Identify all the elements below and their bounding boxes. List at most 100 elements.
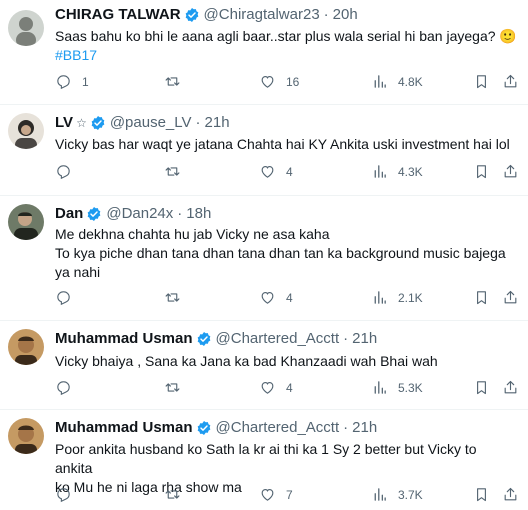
retweet-button[interactable] bbox=[164, 486, 191, 503]
retweet-icon bbox=[165, 77, 180, 86]
author-handle[interactable]: @Chiragtalwar23 bbox=[204, 6, 320, 24]
heart-icon bbox=[261, 488, 274, 501]
reply-button[interactable] bbox=[55, 289, 82, 306]
avatar[interactable] bbox=[8, 10, 44, 46]
bookmark-button[interactable] bbox=[473, 289, 490, 306]
bookmark-button[interactable] bbox=[473, 486, 490, 503]
tweet[interactable]: LV ☆ @pause_LV · 21h Vicky bas har waqt … bbox=[0, 105, 528, 195]
avatar[interactable] bbox=[8, 329, 44, 365]
author-handle[interactable]: @Dan24x bbox=[106, 205, 173, 223]
bookmark-button[interactable] bbox=[473, 73, 490, 90]
views-count: 5.3K bbox=[398, 380, 423, 395]
share-button[interactable] bbox=[502, 379, 519, 396]
like-button[interactable]: 4 bbox=[259, 379, 293, 396]
views-count: 4.3K bbox=[398, 164, 423, 179]
heart-icon bbox=[261, 75, 274, 88]
avatar[interactable] bbox=[8, 113, 44, 149]
views-button[interactable]: 3.7K bbox=[371, 486, 423, 503]
star-emoji: ☆ bbox=[76, 116, 87, 130]
bookmark-icon bbox=[477, 488, 486, 502]
timestamp[interactable]: 18h bbox=[186, 205, 211, 223]
views-icon bbox=[374, 381, 386, 394]
reply-icon bbox=[57, 488, 70, 503]
bookmark-icon bbox=[477, 291, 486, 305]
tweet-text-line: Me dekhna chahta hu jab Vicky ne asa kah… bbox=[55, 226, 330, 242]
separator-dot: · bbox=[343, 330, 349, 347]
verified-badge-icon bbox=[196, 420, 212, 436]
retweet-button[interactable] bbox=[164, 379, 191, 396]
share-button[interactable] bbox=[502, 163, 519, 180]
bookmark-icon bbox=[477, 381, 486, 395]
share-icon bbox=[504, 74, 517, 88]
action-bar: 4 5.3K bbox=[55, 379, 517, 399]
views-button[interactable]: 5.3K bbox=[371, 379, 423, 396]
tweet[interactable]: Muhammad Usman @Chartered_Acctt · 21h Vi… bbox=[0, 321, 528, 409]
heart-icon bbox=[261, 381, 274, 394]
timestamp[interactable]: 21h bbox=[352, 419, 377, 437]
retweet-icon bbox=[165, 167, 180, 176]
timestamp[interactable]: 21h bbox=[205, 114, 230, 132]
bookmark-button[interactable] bbox=[473, 379, 490, 396]
tweet[interactable]: Muhammad Usman @Chartered_Acctt · 21h Po… bbox=[0, 410, 528, 510]
author-name[interactable]: Muhammad Usman bbox=[55, 330, 193, 348]
retweet-icon bbox=[165, 293, 180, 302]
like-count: 7 bbox=[286, 487, 293, 502]
retweet-button[interactable] bbox=[164, 289, 191, 306]
timestamp[interactable]: 21h bbox=[352, 330, 377, 348]
author-name[interactable]: Dan bbox=[55, 205, 83, 223]
author-name[interactable]: CHIRAG TALWAR bbox=[55, 6, 181, 24]
reply-button[interactable] bbox=[55, 379, 82, 396]
tweet-text-line: To kya piche dhan tana dhan tana dhan ta… bbox=[55, 245, 506, 261]
retweet-button[interactable] bbox=[164, 163, 191, 180]
action-bar: 4 2.1K bbox=[55, 289, 517, 309]
share-button[interactable] bbox=[502, 486, 519, 503]
bookmark-icon bbox=[477, 75, 486, 89]
like-count: 4 bbox=[286, 290, 293, 305]
views-button[interactable]: 2.1K bbox=[371, 289, 423, 306]
action-bar: 7 3.7K bbox=[55, 486, 517, 506]
like-button[interactable]: 7 bbox=[259, 486, 293, 503]
reply-button[interactable] bbox=[55, 486, 82, 503]
share-button[interactable] bbox=[502, 289, 519, 306]
views-count: 2.1K bbox=[398, 290, 423, 305]
author-handle[interactable]: @Chartered_Acctt bbox=[216, 419, 340, 437]
tweet-text-line: Saas bahu ko bhi le aana agli baar..star… bbox=[55, 28, 517, 44]
author-handle[interactable]: @Chartered_Acctt bbox=[216, 330, 340, 348]
share-icon bbox=[504, 164, 517, 178]
like-count: 16 bbox=[286, 74, 300, 89]
views-count: 3.7K bbox=[398, 487, 423, 502]
author-name[interactable]: Muhammad Usman bbox=[55, 419, 193, 437]
like-button[interactable]: 16 bbox=[259, 73, 299, 90]
like-button[interactable]: 4 bbox=[259, 163, 293, 180]
views-icon bbox=[374, 488, 386, 501]
timestamp[interactable]: 20h bbox=[333, 6, 358, 24]
reply-button[interactable]: 1 bbox=[55, 73, 89, 90]
bookmark-button[interactable] bbox=[473, 163, 490, 180]
share-button[interactable] bbox=[502, 73, 519, 90]
heart-icon bbox=[261, 291, 274, 304]
share-icon bbox=[504, 487, 517, 501]
views-button[interactable]: 4.3K bbox=[371, 163, 423, 180]
tweet[interactable]: Dan @Dan24x · 18h Me dekhna chahta hu ja… bbox=[0, 196, 528, 320]
separator-dot: · bbox=[343, 419, 349, 436]
tweet-text: Saas bahu ko bhi le aana agli baar..star… bbox=[55, 27, 517, 65]
tweet-text-line: Poor ankita husband ko Sath la kr ai thi… bbox=[55, 441, 477, 476]
views-button[interactable]: 4.8K bbox=[371, 73, 423, 90]
tweet[interactable]: CHIRAG TALWAR @Chiragtalwar23 · 20h Saas… bbox=[0, 0, 528, 104]
avatar[interactable] bbox=[8, 418, 44, 454]
tweet-text-line: Vicky bhaiya , Sana ka Jana ka bad Khanz… bbox=[55, 353, 438, 369]
reply-button[interactable] bbox=[55, 163, 82, 180]
hashtag-link[interactable]: #BB17 bbox=[55, 46, 517, 65]
reply-icon bbox=[57, 381, 70, 396]
reply-count: 1 bbox=[82, 74, 89, 89]
separator-dot: · bbox=[323, 6, 329, 23]
avatar[interactable] bbox=[8, 204, 44, 240]
author-name[interactable]: LV bbox=[55, 114, 73, 132]
retweet-button[interactable] bbox=[164, 73, 191, 90]
share-icon bbox=[504, 290, 517, 304]
like-button[interactable]: 4 bbox=[259, 289, 293, 306]
author-handle[interactable]: @pause_LV bbox=[110, 114, 192, 132]
verified-badge-icon bbox=[184, 7, 200, 23]
verified-badge-icon bbox=[196, 331, 212, 347]
verified-badge-icon bbox=[86, 206, 102, 222]
